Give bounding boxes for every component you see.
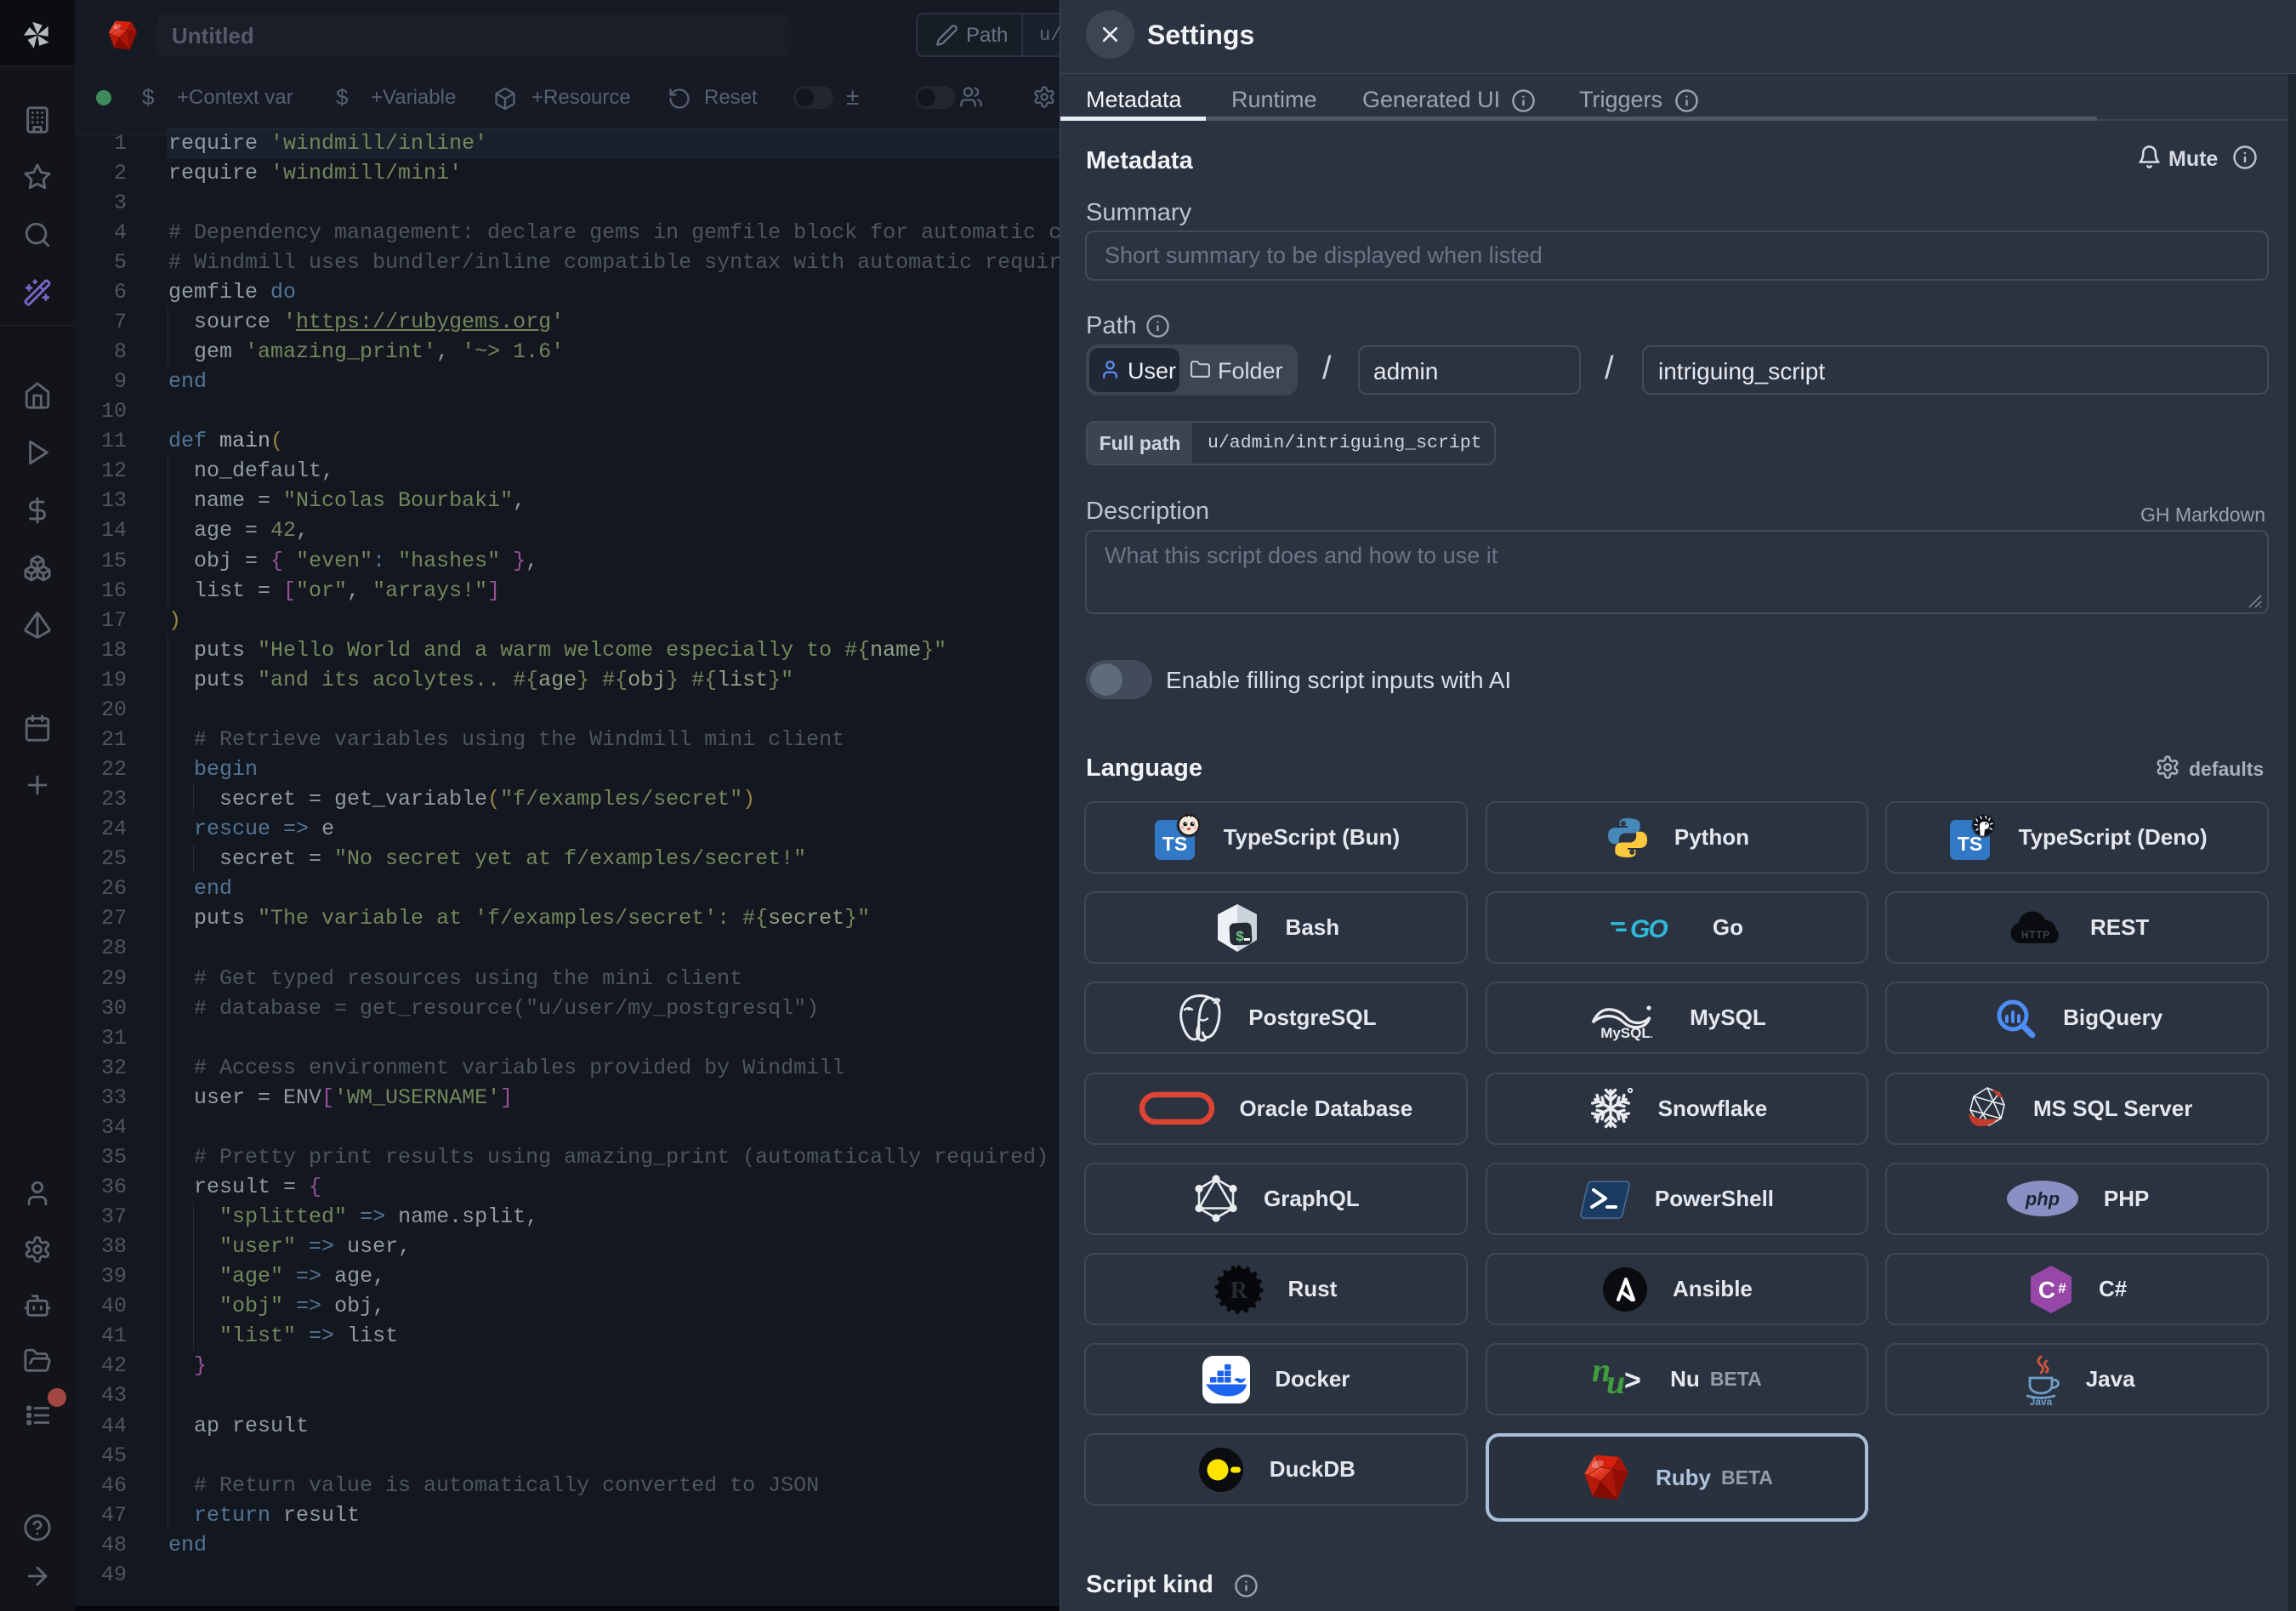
svg-text:$: $ <box>1236 930 1244 946</box>
svg-text:C: C <box>2038 1277 2055 1303</box>
svg-text:>: > <box>1624 1364 1641 1397</box>
svg-text:u: u <box>1606 1363 1625 1401</box>
svg-text:Java: Java <box>2029 1396 2052 1406</box>
svg-text:#: # <box>2058 1280 2066 1296</box>
svg-text:GO: GO <box>1630 915 1668 943</box>
svg-text:R: R <box>1230 1278 1248 1304</box>
svg-text:php: php <box>2025 1188 2060 1210</box>
svg-text:MySQL.: MySQL. <box>1600 1025 1653 1041</box>
svg-text:HTTP: HTTP <box>2021 931 2050 941</box>
